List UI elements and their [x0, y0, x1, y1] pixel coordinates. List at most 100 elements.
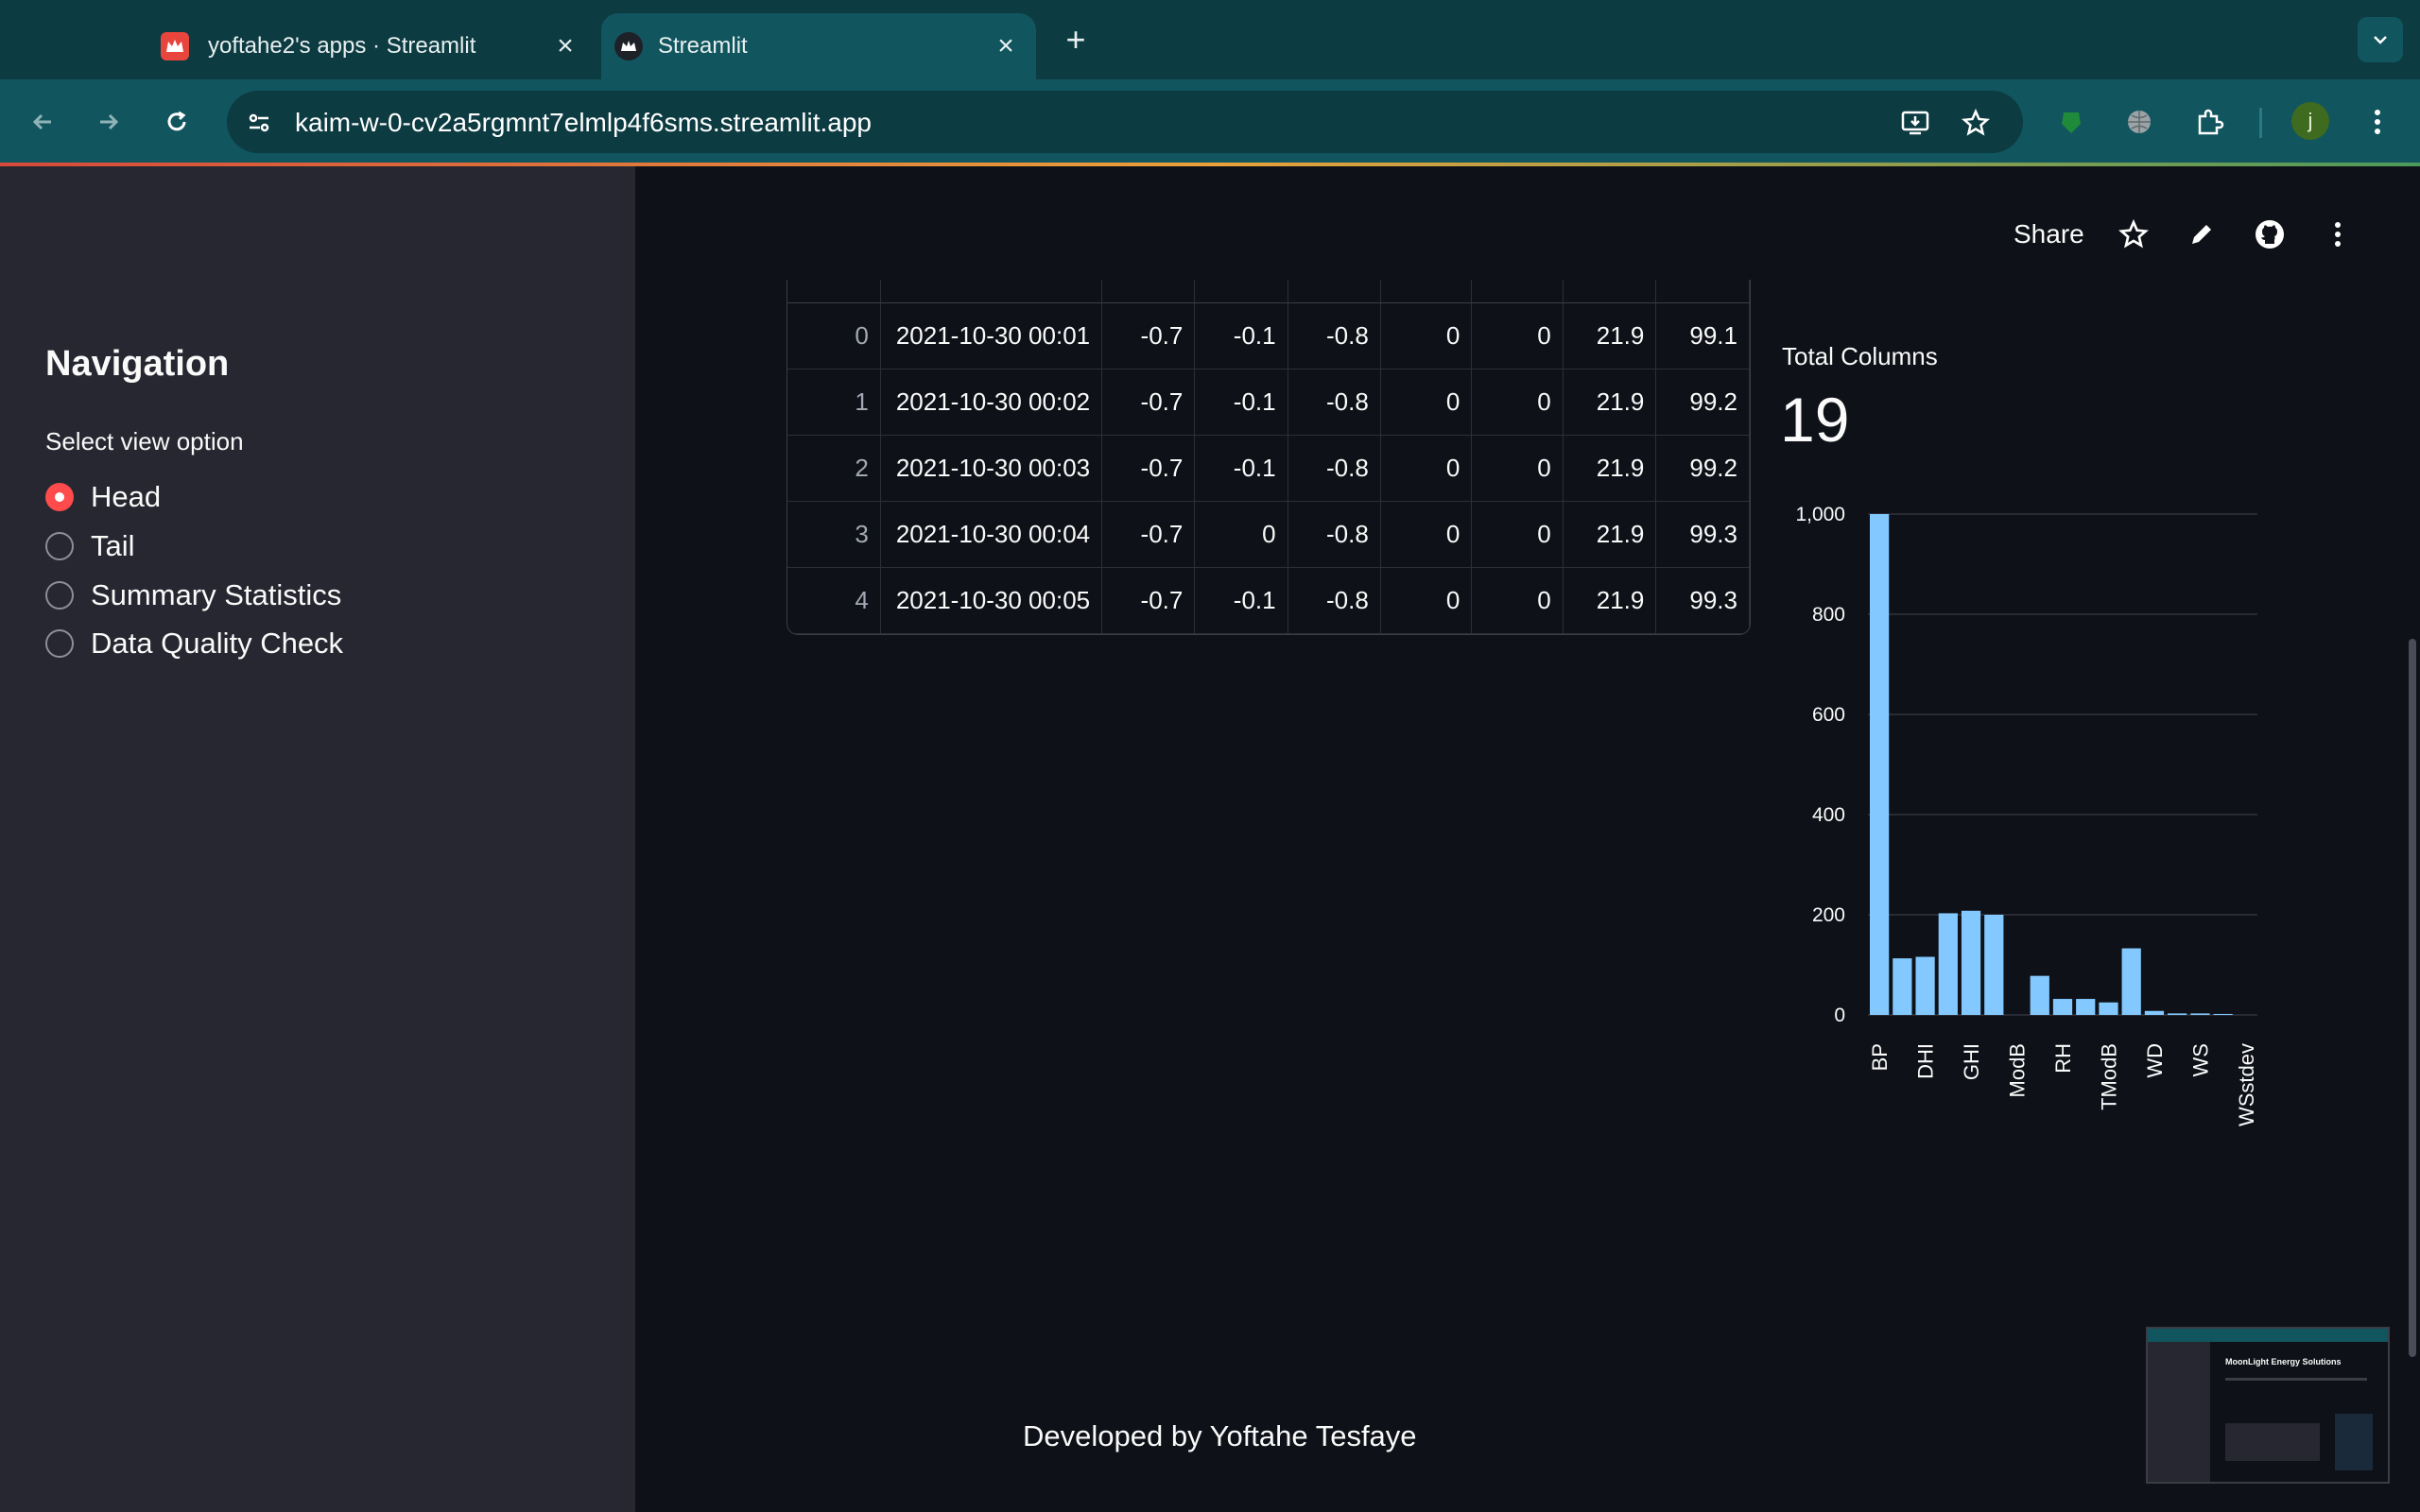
chart-bar[interactable] [2144, 1010, 2165, 1015]
extension-green-icon[interactable] [2049, 100, 2093, 144]
table-cell: 99.2 [1655, 435, 1750, 502]
chart-bar[interactable] [1961, 910, 1981, 1015]
table-cell: -0.7 [1101, 567, 1196, 634]
share-button[interactable]: Share [2014, 219, 2084, 249]
table-row[interactable]: 2 2021-10-30 00:03 -0.7 -0.1 -0.8 0 0 21… [787, 435, 1750, 502]
chart-bar[interactable] [2052, 999, 2073, 1015]
table-cell: 99.1 [1655, 302, 1750, 369]
browser-tab-apps[interactable]: yoftahe2's apps · Streamlit × [142, 13, 596, 79]
y-tick-label: 200 [1812, 904, 1845, 926]
chart-bar[interactable] [1870, 514, 1890, 1015]
sidebar-title: Navigation [45, 344, 230, 384]
chart-bar[interactable] [2121, 948, 2141, 1015]
new-tab-button[interactable]: + [1057, 19, 1095, 60]
edit-pencil-icon[interactable] [2183, 215, 2221, 253]
reload-button[interactable] [155, 100, 199, 144]
address-bar[interactable]: kaim-w-0-cv2a5rgmnt7elmlp4f6sms.streamli… [227, 91, 2023, 153]
thumbnail-chart [2335, 1414, 2373, 1470]
table-row[interactable]: 4 2021-10-30 00:05 -0.7 -0.1 -0.8 0 0 21… [787, 567, 1750, 634]
metric-label: Total Columns [1782, 342, 1938, 370]
radio-option-label: Head [91, 480, 162, 513]
table-cell: -0.8 [1288, 369, 1381, 436]
x-tick-label: WD [2143, 1043, 2167, 1078]
close-tab-icon[interactable]: × [991, 31, 1021, 61]
thumbnail-title: MoonLight Energy Solutions [2225, 1357, 2342, 1366]
table-cell: -0.1 [1194, 369, 1288, 436]
extensions-puzzle-icon[interactable] [2187, 100, 2231, 144]
radio-unselected-icon[interactable] [45, 629, 74, 658]
browser-toolbar: kaim-w-0-cv2a5rgmnt7elmlp4f6sms.streamli… [0, 79, 2420, 164]
thumbnail-line [2225, 1378, 2367, 1381]
table-cell: -0.1 [1194, 302, 1288, 369]
table-cell: 0 [1380, 302, 1473, 369]
chevron-down-icon [2374, 36, 2387, 44]
chart-bar[interactable] [1984, 915, 2004, 1015]
table-cell: -0.8 [1288, 302, 1381, 369]
favorite-star-icon[interactable] [2115, 215, 2152, 253]
browser-tab-streamlit[interactable]: Streamlit × [601, 13, 1036, 79]
thumbnail-toolbar [2148, 1329, 2388, 1342]
main-menu-icon[interactable] [2319, 215, 2357, 253]
forward-button[interactable] [87, 100, 130, 144]
chart-bar[interactable] [2190, 1013, 2210, 1015]
bookmark-star-icon[interactable] [1957, 104, 1995, 142]
column-bar-chart[interactable]: 0 200 400 600 800 1,000 BP DHI GHI ModB RH TModB WD W… [1777, 491, 2288, 1134]
radio-option-summary-statistics[interactable]: Summary Statistics [45, 576, 341, 614]
table-cell: 0 [1471, 302, 1564, 369]
table-cell: 0 [1380, 567, 1473, 634]
extension-globe-icon[interactable] [2118, 100, 2161, 144]
chart-bar[interactable] [2213, 1013, 2233, 1015]
table-cell: 0 [1471, 567, 1564, 634]
tab-search-button[interactable] [2358, 17, 2403, 62]
row-index: 0 [787, 302, 881, 369]
table-cell: 0 [1194, 501, 1288, 568]
chart-bar[interactable] [1915, 956, 1935, 1015]
chart-bar[interactable] [2030, 975, 2049, 1015]
table-cell: 99.3 [1655, 501, 1750, 568]
timestamp-cell: 2021-10-30 00:04 [880, 501, 1103, 568]
radio-selected-icon[interactable] [45, 483, 74, 511]
close-tab-icon[interactable]: × [550, 31, 580, 61]
table-row[interactable]: 3 2021-10-30 00:04 -0.7 0 -0.8 0 0 21.9 … [787, 501, 1750, 568]
chart-bar[interactable] [1938, 913, 1958, 1015]
github-icon[interactable] [2251, 215, 2289, 253]
x-tick-label: BP [1868, 1043, 1892, 1071]
browser-tab-strip: yoftahe2's apps · Streamlit × Streamlit … [0, 0, 2420, 79]
table-row[interactable]: 1 2021-10-30 00:02 -0.7 -0.1 -0.8 0 0 21… [787, 369, 1750, 436]
x-tick-label: TModB [2097, 1043, 2120, 1110]
radio-option-head[interactable]: Head [45, 478, 161, 516]
timestamp-cell: 2021-10-30 00:01 [880, 302, 1103, 369]
chart-bar[interactable] [2099, 1002, 2118, 1015]
back-button[interactable] [21, 100, 64, 144]
table-cell: -0.8 [1288, 435, 1381, 502]
chart-bar[interactable] [1893, 958, 1912, 1015]
y-tick-label: 400 [1812, 804, 1845, 826]
table-cell: 0 [1380, 435, 1473, 502]
chart-bar[interactable] [2076, 999, 2096, 1015]
row-index: 1 [787, 369, 881, 436]
radio-option-tail[interactable]: Tail [45, 527, 135, 565]
table-cell: 21.9 [1563, 302, 1657, 369]
install-app-icon[interactable] [1896, 104, 1934, 142]
thumbnail-sidebar [2148, 1342, 2210, 1482]
app-header-actions: Share [2014, 214, 2387, 255]
table-cell: 21.9 [1563, 501, 1657, 568]
radio-unselected-icon[interactable] [45, 581, 74, 610]
browser-menu-icon[interactable] [2356, 100, 2399, 144]
profile-avatar[interactable]: j [2291, 102, 2329, 140]
table-cell: 21.9 [1563, 567, 1657, 634]
radio-option-data-quality-check[interactable]: Data Quality Check [45, 625, 343, 662]
screen-preview-thumbnail[interactable]: MoonLight Energy Solutions [2146, 1327, 2390, 1484]
table-cell: -0.7 [1101, 435, 1196, 502]
main-scrollbar[interactable] [2409, 639, 2416, 1357]
radio-unselected-icon[interactable] [45, 532, 74, 560]
table-cell: 0 [1471, 369, 1564, 436]
metric-value: 19 [1780, 385, 1850, 455]
chart-bar[interactable] [2168, 1013, 2187, 1015]
arrow-right-icon [100, 113, 119, 130]
radio-option-label: Summary Statistics [91, 578, 342, 611]
data-head-table[interactable]: 0 2021-10-30 00:01 -0.7 -0.1 -0.8 0 0 21… [786, 280, 1751, 635]
reload-icon [167, 111, 186, 131]
site-settings-icon[interactable] [240, 104, 278, 142]
table-row[interactable]: 0 2021-10-30 00:01 -0.7 -0.1 -0.8 0 0 21… [787, 302, 1750, 369]
